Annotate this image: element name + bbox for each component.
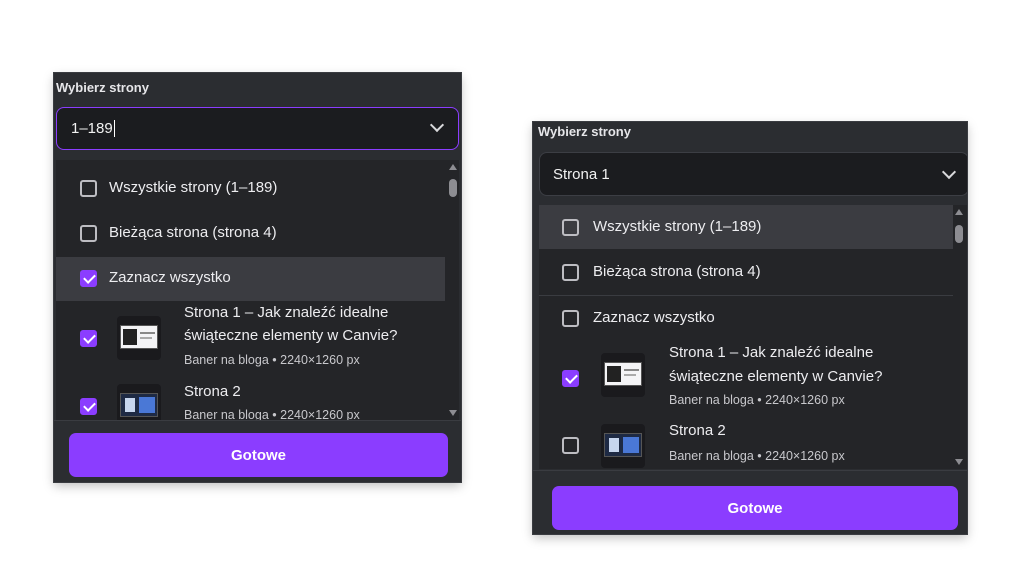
scroll-up-arrow-icon[interactable] — [955, 209, 963, 215]
page-thumbnail — [601, 353, 645, 397]
page-range-select[interactable]: Strona 1 — [539, 152, 967, 196]
checkbox-checked[interactable] — [562, 370, 579, 387]
checkbox[interactable] — [562, 310, 579, 327]
page-meta: Baner na bloga • 2240×1260 px — [669, 393, 845, 407]
page-title-line2: świąteczne elementy w Canvie? — [669, 368, 883, 385]
checkbox[interactable] — [562, 219, 579, 236]
option-select-all[interactable]: Zaznacz wszystko — [56, 257, 445, 301]
done-button[interactable]: Gotowe — [69, 433, 448, 477]
page-item-2[interactable]: Strona 2 Baner na bloga • 2240×1260 px — [539, 416, 953, 469]
page-range-select[interactable]: 1–189 — [56, 107, 459, 150]
select-value: 1–189 — [71, 120, 113, 137]
option-current-page[interactable]: Bieżąca strona (strona 4) — [539, 250, 953, 294]
scrollbar-thumb[interactable] — [449, 179, 457, 197]
page-item-2[interactable]: Strona 2 Baner na bloga • 2240×1260 px — [56, 376, 447, 420]
scroll-up-arrow-icon[interactable] — [449, 164, 457, 170]
page-title-line1: Strona 1 – Jak znaleźć idealne — [669, 344, 874, 361]
panel-title: Wybierz strony — [56, 80, 149, 95]
page-thumbnail — [117, 384, 161, 420]
page-title-line1: Strona 2 — [669, 422, 726, 439]
scroll-down-arrow-icon[interactable] — [955, 459, 963, 465]
chevron-down-icon[interactable] — [429, 117, 445, 133]
page-title-line1: Strona 1 – Jak znaleźć idealne — [184, 304, 389, 321]
option-label: Wszystkie strony (1–189) — [109, 179, 278, 196]
checkbox[interactable] — [562, 437, 579, 454]
option-label: Zaznacz wszystko — [593, 309, 715, 326]
option-label: Bieżąca strona (strona 4) — [593, 263, 761, 280]
scrollbar[interactable] — [447, 160, 459, 420]
select-value: Strona 1 — [553, 165, 610, 183]
scroll-down-arrow-icon[interactable] — [449, 410, 457, 416]
divider — [54, 420, 461, 421]
option-all-pages[interactable]: Wszystkie strony (1–189) — [56, 167, 447, 211]
page-options-list[interactable]: Wszystkie strony (1–189) Bieżąca strona … — [539, 205, 967, 469]
option-label: Wszystkie strony (1–189) — [593, 218, 762, 235]
checkbox-checked[interactable] — [80, 270, 97, 287]
option-current-page[interactable]: Bieżąca strona (strona 4) — [56, 212, 447, 256]
divider — [533, 470, 967, 471]
done-button[interactable]: Gotowe — [552, 486, 958, 530]
text-cursor — [113, 120, 115, 137]
page-item-1[interactable]: Strona 1 – Jak znaleźć idealne świąteczn… — [539, 340, 953, 415]
scrollbar[interactable] — [953, 205, 965, 469]
option-label: Bieżąca strona (strona 4) — [109, 224, 277, 241]
page-options-list[interactable]: Wszystkie strony (1–189) Bieżąca strona … — [56, 160, 459, 420]
scrollbar-thumb[interactable] — [955, 225, 963, 243]
option-all-pages[interactable]: Wszystkie strony (1–189) — [539, 205, 953, 249]
option-select-all[interactable]: Zaznacz wszystko — [539, 296, 953, 340]
page-thumbnail — [117, 316, 161, 360]
page-title-line1: Strona 2 — [184, 383, 241, 400]
checkbox[interactable] — [562, 264, 579, 281]
chevron-down-icon[interactable] — [941, 164, 957, 180]
page-thumbnail — [601, 424, 645, 468]
checkbox-checked[interactable] — [80, 330, 97, 347]
page-selector-panel-right: Wybierz strony Strona 1 Wszystkie strony… — [533, 122, 967, 534]
page-item-1[interactable]: Strona 1 – Jak znaleźć idealne świąteczn… — [56, 301, 447, 375]
page-title-line2: świąteczne elementy w Canvie? — [184, 327, 398, 344]
page-meta: Baner na bloga • 2240×1260 px — [184, 353, 360, 367]
page-meta: Baner na bloga • 2240×1260 px — [669, 449, 845, 463]
panel-title: Wybierz strony — [538, 124, 631, 139]
checkbox[interactable] — [80, 225, 97, 242]
checkbox-checked[interactable] — [80, 398, 97, 415]
page-selector-panel-left: Wybierz strony 1–189 Wszystkie strony (1… — [54, 73, 461, 482]
option-label: Zaznacz wszystko — [109, 269, 231, 286]
page-meta: Baner na bloga • 2240×1260 px — [184, 408, 360, 420]
checkbox[interactable] — [80, 180, 97, 197]
